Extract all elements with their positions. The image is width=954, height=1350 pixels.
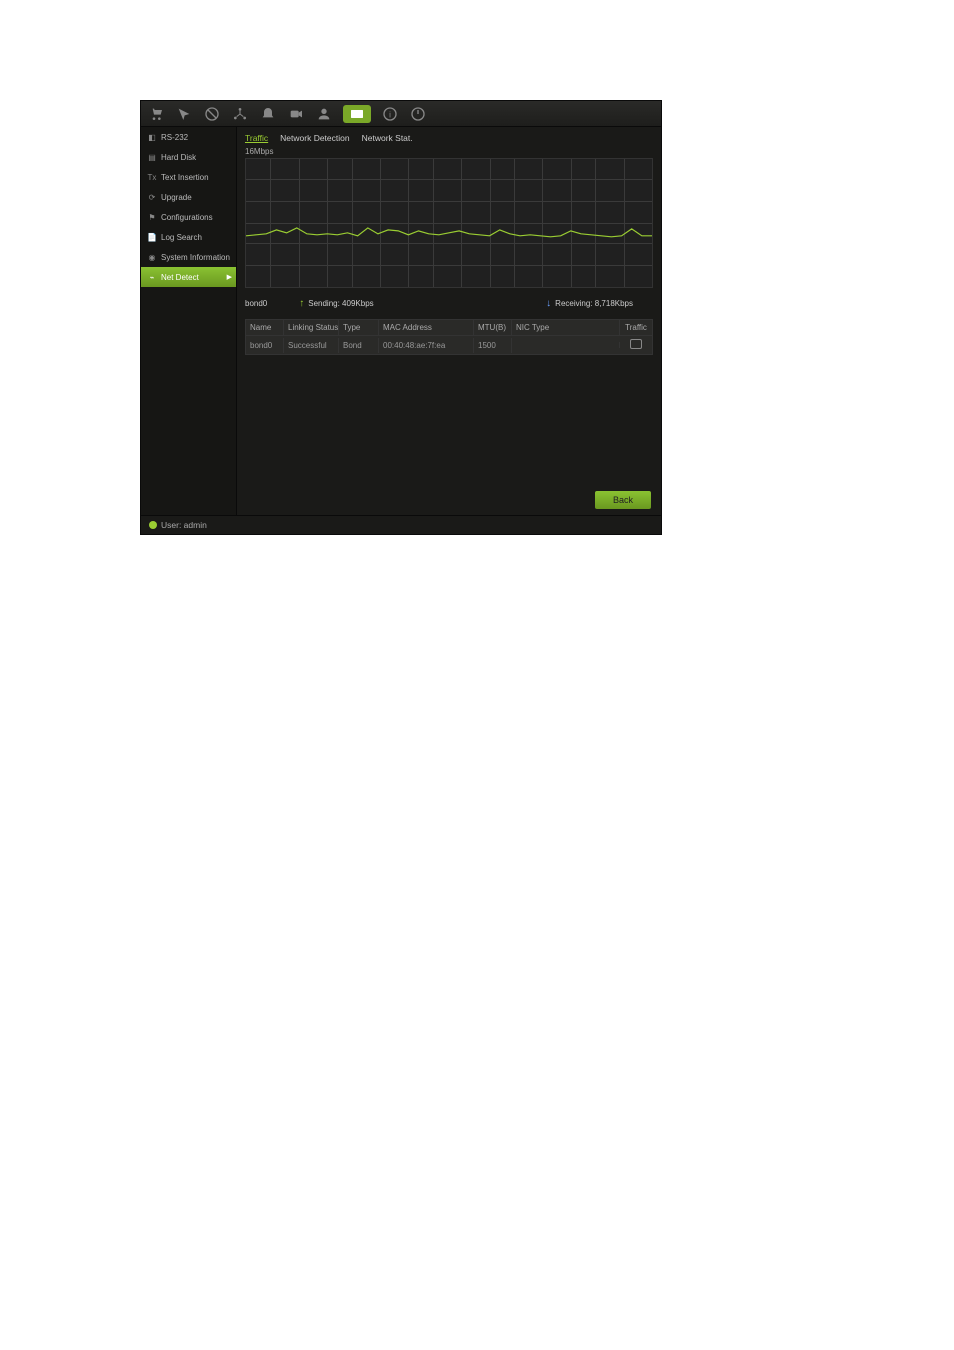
sidebar-item-config[interactable]: ⚑ Configurations [141, 207, 236, 227]
legend-interface: bond0 [245, 299, 267, 308]
col-mtu: MTU(B) [474, 320, 512, 335]
sidebar-item-label: Text Insertion [161, 173, 209, 182]
arrow-down-icon: ↓ [546, 298, 551, 309]
tab-detection[interactable]: Network Detection [280, 133, 349, 143]
sidebar-item-sysinfo[interactable]: ◉ System Information [141, 247, 236, 267]
tab-stat[interactable]: Network Stat. [362, 133, 413, 143]
record-icon[interactable] [287, 105, 305, 123]
col-type: Type [339, 320, 379, 335]
legend-sending-label: Sending: 409Kbps [308, 299, 373, 308]
sidebar: ◧ RS-232 ▤ Hard Disk Tx Text Insertion ⟳… [141, 127, 237, 515]
sidebar-item-rs232[interactable]: ◧ RS-232 [141, 127, 236, 147]
network-icon[interactable] [231, 105, 249, 123]
cell-type: Bond [339, 338, 379, 353]
status-bar: User: admin [141, 515, 661, 534]
cell-mtu: 1500 [474, 338, 512, 353]
upgrade-icon: ⟳ [147, 192, 157, 202]
nic-table-row[interactable]: bond0 Successful Bond 00:40:48:ae:7f:ea … [245, 336, 653, 355]
status-user-label: User: admin [161, 520, 207, 530]
text-icon: Tx [147, 172, 157, 182]
cell-nictype [512, 342, 620, 348]
sidebar-item-harddisk[interactable]: ▤ Hard Disk [141, 147, 236, 167]
disc-icon[interactable] [203, 105, 221, 123]
chart-y-axis-label: 16Mbps [245, 147, 653, 156]
back-button[interactable]: Back [595, 491, 651, 509]
traffic-chart [245, 158, 653, 288]
traffic-indicator-icon [630, 339, 642, 349]
sysinfo-icon: ◉ [147, 252, 157, 262]
user-icon[interactable] [315, 105, 333, 123]
tabs: Traffic Network Detection Network Stat. [237, 127, 661, 145]
sidebar-item-label: Configurations [161, 213, 213, 222]
legend-receiving: ↓ Receiving: 8,718Kbps [546, 298, 633, 309]
sidebar-item-label: System Information [161, 253, 230, 262]
app-window: i ◧ RS-232 ▤ Hard Disk Tx Text Insertion… [140, 100, 662, 535]
sidebar-item-upgrade[interactable]: ⟳ Upgrade [141, 187, 236, 207]
sidebar-item-label: RS-232 [161, 133, 188, 142]
cell-linking: Successful [284, 338, 339, 353]
sidebar-item-textinsert[interactable]: Tx Text Insertion [141, 167, 236, 187]
cell-traffic-indicator[interactable] [620, 336, 652, 354]
serial-icon: ◧ [147, 132, 157, 142]
cell-name: bond0 [246, 338, 284, 353]
nic-table: Name Linking Status Type MAC Address MTU… [245, 319, 653, 355]
nic-table-header: Name Linking Status Type MAC Address MTU… [245, 319, 653, 336]
sidebar-item-label: Log Search [161, 233, 202, 242]
netdetect-icon: ⌁ [147, 272, 157, 282]
exit-icon[interactable] [409, 105, 427, 123]
sidebar-item-label: Upgrade [161, 193, 192, 202]
col-name: Name [246, 320, 284, 335]
hdd-icon: ▤ [147, 152, 157, 162]
config-icon: ⚑ [147, 212, 157, 222]
chart-legend: bond0 ↑ Sending: 409Kbps ↓ Receiving: 8,… [237, 292, 661, 315]
col-linking: Linking Status [284, 320, 339, 335]
sidebar-item-netdetect[interactable]: ⌁ Net Detect [141, 267, 236, 287]
col-nictype: NIC Type [512, 320, 620, 335]
arrow-up-icon: ↑ [299, 298, 304, 309]
sidebar-item-label: Hard Disk [161, 153, 196, 162]
content-pane: Traffic Network Detection Network Stat. … [237, 127, 661, 515]
col-traffic: Traffic [620, 320, 652, 335]
traffic-line-sending [246, 159, 652, 287]
cell-mac: 00:40:48:ae:7f:ea [379, 338, 474, 353]
footer: Back [237, 485, 661, 515]
log-icon: 📄 [147, 232, 157, 242]
maintenance-icon[interactable] [343, 105, 371, 123]
toolbar: i [141, 101, 661, 127]
cart-icon[interactable] [147, 105, 165, 123]
legend-sending: ↑ Sending: 409Kbps [299, 298, 373, 309]
status-indicator-icon [149, 521, 157, 529]
col-mac: MAC Address [379, 320, 474, 335]
tab-traffic[interactable]: Traffic [245, 133, 268, 143]
legend-interface-label: bond0 [245, 299, 267, 308]
info-icon[interactable]: i [381, 105, 399, 123]
alarm-icon[interactable] [259, 105, 277, 123]
svg-text:i: i [389, 110, 391, 119]
pointer-icon[interactable] [175, 105, 193, 123]
legend-receiving-label: Receiving: 8,718Kbps [555, 299, 633, 308]
sidebar-item-label: Net Detect [161, 273, 199, 282]
sidebar-item-logsearch[interactable]: 📄 Log Search [141, 227, 236, 247]
